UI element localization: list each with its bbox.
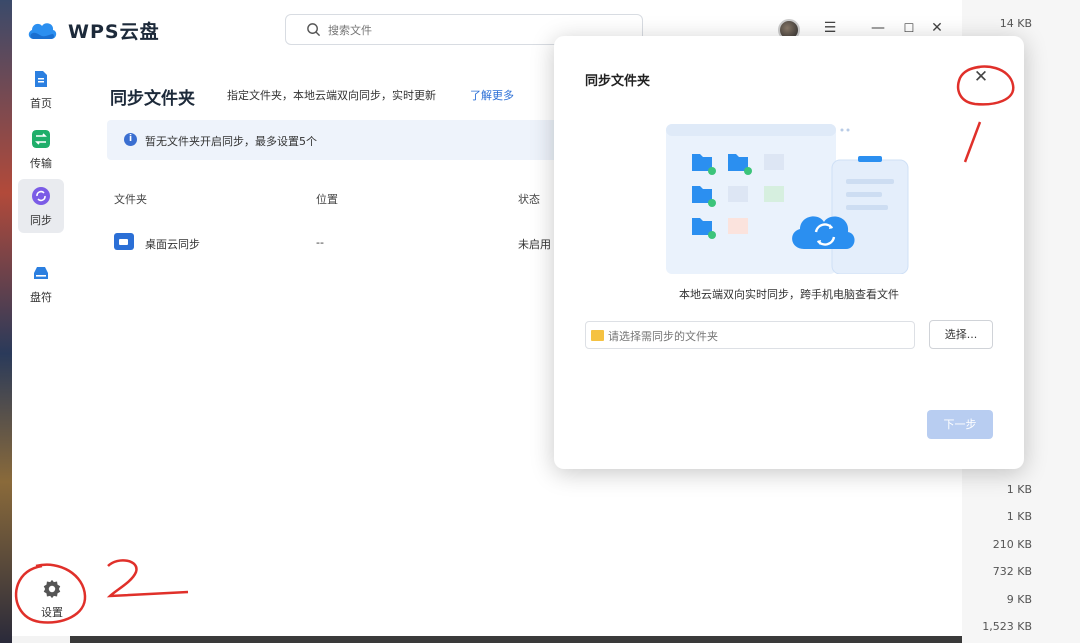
drive-icon — [34, 267, 48, 279]
page-title: 同步文件夹 — [110, 89, 195, 109]
file-size-text: 1 KB — [1006, 510, 1032, 523]
settings-button[interactable]: 设置 — [29, 570, 75, 620]
transfer-icon — [32, 130, 50, 148]
sidebar-item-drive[interactable]: 盘符 — [18, 256, 64, 310]
gear-icon — [43, 579, 61, 599]
folder-path-input[interactable] — [608, 327, 908, 345]
notice-banner: i 暂无文件夹开启同步，最多设置5个 — [107, 120, 627, 160]
sync-illustration — [666, 124, 909, 274]
window-close-icon[interactable]: ✕ — [929, 20, 945, 36]
sidebar-item-label: 传输 — [30, 157, 52, 170]
table-row[interactable]: 桌面云同步 -- 未启用 — [108, 230, 628, 256]
sidebar-item-transfer[interactable]: 传输 — [18, 122, 64, 176]
folder-picker-field[interactable] — [585, 321, 915, 349]
sync-icon — [32, 187, 50, 205]
sidebar-item-home[interactable]: 首页 — [18, 62, 64, 116]
dialog-caption: 本地云端双向实时同步，跨手机电脑查看文件 — [679, 288, 899, 301]
page-description: 指定文件夹，本地云端双向同步，实时更新 — [227, 89, 436, 102]
home-doc-icon — [35, 71, 47, 87]
next-step-button[interactable]: 下一步 — [927, 410, 993, 439]
file-size-text: 210 KB — [992, 538, 1032, 551]
sidebar: 首页 传输 同步 盘符 — [12, 58, 70, 636]
sync-folder-dialog: 同步文件夹 ✕ 本地云端双向实时同步，跨手机电脑查看文件 选择... 下一步 — [554, 36, 1024, 469]
folder-icon — [591, 330, 604, 341]
sidebar-item-label: 同步 — [30, 214, 52, 227]
maximize-icon[interactable]: ☐ — [901, 20, 917, 36]
taskbar-strip — [70, 636, 962, 643]
choose-button[interactable]: 选择... — [929, 320, 993, 349]
file-size-text: 732 KB — [992, 565, 1032, 578]
column-header-status[interactable]: 状态 — [518, 191, 540, 207]
column-header-folder[interactable]: 文件夹 — [114, 191, 147, 207]
info-icon: i — [124, 133, 137, 146]
file-size-text: 14 KB — [999, 17, 1032, 30]
desktop-background-strip — [0, 0, 12, 643]
column-header-location[interactable]: 位置 — [316, 191, 338, 207]
folder-icon — [114, 233, 134, 250]
minimize-icon[interactable]: — — [870, 20, 886, 36]
sidebar-item-sync[interactable]: 同步 — [18, 179, 64, 233]
cloud-logo-icon — [28, 23, 57, 39]
learn-more-link[interactable]: 了解更多 — [470, 87, 514, 103]
file-size-text: 9 KB — [1006, 593, 1032, 606]
settings-label: 设置 — [41, 606, 63, 619]
menu-icon[interactable]: ☰ — [822, 20, 838, 36]
folder-name: 桌面云同步 — [145, 238, 200, 251]
folder-location: -- — [316, 236, 324, 249]
sidebar-item-label: 盘符 — [30, 291, 52, 304]
notice-text: 暂无文件夹开启同步，最多设置5个 — [145, 135, 317, 148]
file-size-text: 1 KB — [1006, 483, 1032, 496]
dialog-title: 同步文件夹 — [585, 74, 651, 89]
search-icon — [307, 23, 321, 37]
folder-status: 未启用 — [518, 238, 551, 251]
sidebar-item-label: 首页 — [30, 97, 52, 110]
file-size-text: 1,523 KB — [982, 620, 1032, 633]
dialog-close-icon[interactable]: ✕ — [972, 68, 990, 86]
app-title: WPS云盘 — [68, 21, 160, 43]
